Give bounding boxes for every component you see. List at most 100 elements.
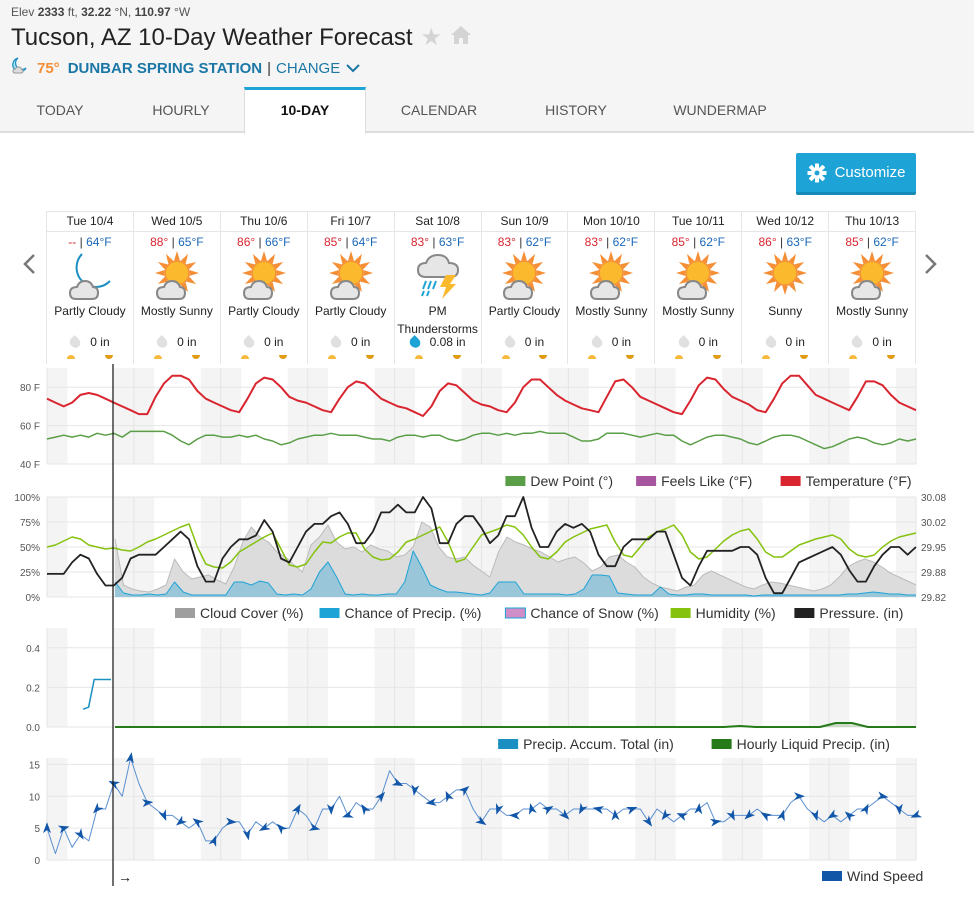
night-band [113, 628, 134, 727]
y-tick-label: 0.4 [26, 644, 40, 655]
thunderstorm-icon [416, 253, 459, 299]
partly-cloudy-icon [241, 251, 286, 300]
cloud-legend-label: Chance of Precip. (%) [345, 605, 482, 621]
prev-days-arrow[interactable] [22, 250, 36, 282]
condition-text: Mostly Sunny [140, 304, 213, 318]
day-column[interactable]: Thu 10/6 86° | 66°F Partly Cloudy 0 in [220, 212, 308, 364]
wind-direction-arrow [242, 828, 251, 841]
raindrop-icon [154, 334, 170, 350]
cloud-legend-label: Chance of Snow (%) [530, 605, 658, 621]
precip-legend-swatch [711, 739, 732, 749]
day-column[interactable]: Tue 10/11 85° | 62°F Mostly Sunny 0 in [655, 212, 743, 364]
y-tick-label: 0.0 [26, 723, 40, 734]
sunrise-icon [675, 355, 684, 359]
day-column[interactable]: Sat 10/8 83° | 63°F PM Thunderstorms 0.0… [394, 212, 482, 364]
precip-value: 0 in [264, 335, 284, 349]
night-band [287, 628, 308, 727]
raindrop-icon [589, 334, 605, 350]
precip-value: 0.08 in [429, 335, 466, 349]
y-tick-label: 25% [20, 568, 40, 579]
condition-text: Mostly Sunny [575, 304, 648, 318]
day-column[interactable]: Thu 10/13 85° | 62°F Mostly Sunny 0 in [829, 212, 916, 364]
night-band [307, 628, 329, 727]
favorite-star-icon[interactable]: ★ [421, 23, 443, 52]
day-column[interactable]: Sun 10/9 83° | 62°F Partly Cloudy 0 in [481, 212, 569, 364]
precip-amount: 0 in [308, 334, 394, 350]
precip-amount: 0 in [482, 334, 568, 350]
daily-forecast-strip: Tue 10/4 -- | 64°F Partly Cloudy 0 in We… [46, 211, 916, 364]
sunny-icon [763, 251, 808, 295]
day-name: Thu 10/6 [220, 212, 307, 232]
condition-text: Partly Cloudy [314, 304, 387, 318]
tab-wundermap[interactable]: WUNDERMAP [640, 87, 800, 133]
night-band [481, 628, 502, 727]
temp-legend-label: Dew Point (°) [530, 473, 613, 489]
y-tick-label: 0.2 [26, 683, 40, 694]
tab-10-day[interactable]: 10-DAY [244, 87, 366, 134]
precip-amount: 0 in [742, 334, 828, 350]
day-name: Mon 10/10 [568, 212, 655, 232]
day-name: Wed 10/5 [133, 212, 220, 232]
tab-today[interactable]: TODAY [0, 87, 120, 133]
mostly-sunny-icon [154, 251, 199, 300]
night-band [133, 628, 155, 727]
low-temp: 66°F [265, 235, 291, 249]
sunrise-icon [67, 355, 75, 359]
low-temp: 62°F [873, 235, 899, 249]
low-temp: 62°F [525, 235, 552, 249]
night-band [133, 368, 155, 464]
night-band [200, 628, 221, 727]
mostly-sunny-icon [589, 251, 634, 300]
current-condition-icon [11, 57, 31, 79]
precip-amount: 0 in [221, 334, 307, 350]
low-temp: 65°F [178, 235, 204, 249]
day-column[interactable]: Wed 10/12 86° | 63°F Sunny 0 in [742, 212, 830, 364]
wind-direction-arrow [74, 828, 84, 840]
condition-text: Partly Cloudy [228, 304, 300, 318]
condition-text: Partly Cloudy [488, 304, 561, 318]
station-name[interactable]: DUNBAR SPRING STATION [68, 60, 262, 77]
day-column[interactable]: Fri 10/7 85° | 64°F Partly Cloudy 0 in [307, 212, 395, 364]
raindrop-icon [676, 334, 692, 350]
y-tick-label: 60 F [20, 422, 40, 433]
temp-legend-label: Temperature (°F) [806, 473, 912, 489]
page-title: Tucson, AZ 10-Day Weather Forecast [11, 23, 413, 51]
wind-direction-arrow [342, 810, 354, 818]
change-station-link[interactable]: CHANGE [276, 60, 340, 77]
y-tick-label: 15 [29, 760, 41, 771]
next-days-arrow[interactable] [924, 250, 938, 282]
sunrise-icon [240, 355, 249, 359]
customize-button[interactable]: Customize [796, 153, 916, 195]
mostly-sunny-icon [676, 251, 721, 300]
home-icon[interactable] [450, 24, 472, 52]
night-band [829, 368, 850, 464]
hi-lo-temps: 85° | 62°F [671, 235, 726, 249]
tab-calendar[interactable]: CALENDAR [366, 87, 512, 133]
day-name: Tue 10/11 [655, 212, 742, 232]
day-column[interactable]: Mon 10/10 83° | 62°F Mostly Sunny 0 in [568, 212, 656, 364]
high-temp: 85° [845, 235, 864, 249]
night-band [394, 628, 416, 727]
wind-direction-arrow [611, 809, 620, 821]
high-temp: 83° [410, 235, 429, 249]
day-column[interactable]: Tue 10/4 -- | 64°F Partly Cloudy 0 in [47, 212, 134, 364]
sunrise-icon [414, 355, 423, 359]
longitude: 110.97 [134, 5, 171, 19]
sunset-icon [887, 355, 896, 359]
night-band [47, 368, 68, 464]
y-tick-label-right: 29.88 [921, 568, 946, 579]
night-band [287, 368, 308, 464]
tab-hourly[interactable]: HOURLY [120, 87, 242, 133]
night-band [655, 628, 676, 727]
raindrop-icon [241, 334, 257, 350]
night-band [394, 368, 416, 464]
condition-text: Sunny [768, 304, 803, 318]
day-column[interactable]: Wed 10/5 88° | 65°F Mostly Sunny 0 in [133, 212, 221, 364]
precip-value: 0 in [177, 335, 197, 349]
high-temp: -- [68, 235, 77, 249]
tab-history[interactable]: HISTORY [512, 87, 640, 133]
precip-value: 0 in [524, 335, 545, 349]
high-temp: 85° [671, 235, 690, 249]
y-tick-label: 80 F [20, 383, 40, 394]
chevron-down-icon[interactable] [346, 60, 360, 77]
